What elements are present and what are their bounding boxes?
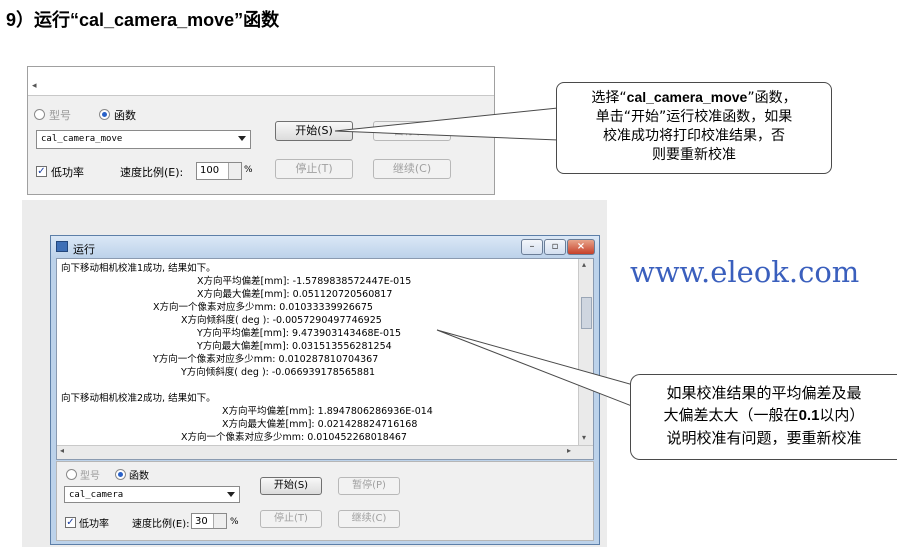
callout-run-function: 选择“cal_camera_move”函数， 单击“开始”运行校准函数，如果 校… (556, 82, 832, 174)
callout-line: 如果校准结果的平均偏差及最 (666, 384, 862, 402)
callout-text: 选择“ (591, 90, 627, 106)
callout-line: 大偏差太大（一般在0.1以内） (631, 404, 897, 427)
callout-line: 单击“开始”运行校准函数，如果 (595, 109, 793, 125)
callout-text: ”函数， (747, 90, 797, 106)
callout-line: 说明校准有问题，要重新校准 (666, 429, 862, 447)
callout-deviation-note: 如果校准结果的平均偏差及最 大偏差太大（一般在0.1以内） 说明校准有问题，要重… (630, 374, 897, 460)
callout-bold-text: 0.1 (798, 407, 820, 424)
callout-line: 则要重新校准 (652, 147, 736, 163)
callout-text: 大偏差太大（一般在 (663, 406, 799, 424)
callout-bold-text: cal_camera_move (626, 89, 748, 105)
callout-line: 选择“cal_camera_move”函数， (557, 88, 831, 108)
callout-text: 以内） (819, 406, 865, 424)
callout-line: 校准成功将打印校准结果，否 (603, 128, 785, 144)
